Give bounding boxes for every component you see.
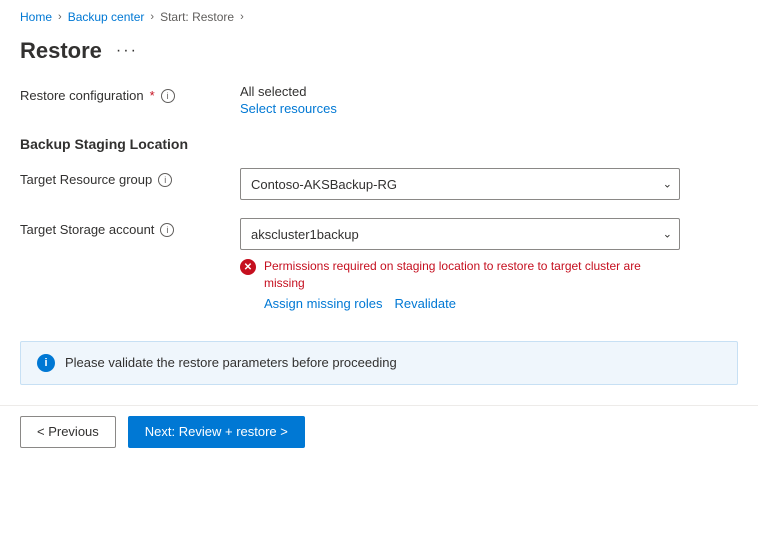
info-banner: i Please validate the restore parameters… — [20, 341, 738, 385]
target-storage-label: Target Storage account i — [20, 218, 240, 237]
footer: < Previous Next: Review + restore > — [0, 405, 758, 458]
target-rg-row: Target Resource group i Contoso-AKSBacku… — [20, 168, 738, 200]
target-storage-dropdown[interactable]: akscluster1backup — [240, 218, 680, 250]
error-text: Permissions required on staging location… — [264, 258, 680, 292]
restore-config-row: Restore configuration * i All selected S… — [20, 84, 738, 116]
page-header: Restore ··· — [0, 32, 758, 84]
target-storage-dropdown-wrap: akscluster1backup ⌄ — [240, 218, 680, 250]
restore-config-label: Restore configuration * i — [20, 84, 240, 103]
required-star: * — [150, 88, 155, 103]
breadcrumb-home[interactable]: Home — [20, 10, 52, 24]
error-icon: ✕ — [240, 259, 256, 275]
breadcrumb-backup-center[interactable]: Backup center — [68, 10, 145, 24]
info-banner-text: Please validate the restore parameters b… — [65, 355, 397, 370]
target-storage-value: akscluster1backup ⌄ ✕ Permissions requir… — [240, 218, 738, 311]
target-rg-dropdown-wrap: Contoso-AKSBackup-RG ⌄ — [240, 168, 680, 200]
assign-missing-roles-link[interactable]: Assign missing roles — [264, 296, 383, 311]
target-rg-dropdown[interactable]: Contoso-AKSBackup-RG — [240, 168, 680, 200]
restore-config-info-icon[interactable]: i — [161, 89, 175, 103]
info-banner-icon: i — [37, 354, 55, 372]
select-resources-link[interactable]: Select resources — [240, 101, 337, 116]
restore-config-label-text: Restore configuration — [20, 88, 144, 103]
page-wrapper: Home › Backup center › Start: Restore › … — [0, 0, 758, 458]
all-selected-text: All selected — [240, 84, 738, 99]
breadcrumb-sep-2: › — [150, 11, 154, 23]
error-content: Permissions required on staging location… — [264, 258, 680, 311]
target-rg-info-icon[interactable]: i — [158, 173, 172, 187]
error-actions: Assign missing roles Revalidate — [264, 296, 680, 311]
breadcrumb-current: Start: Restore — [160, 10, 234, 24]
error-block: ✕ Permissions required on staging locati… — [240, 258, 680, 311]
revalidate-link[interactable]: Revalidate — [395, 296, 456, 311]
breadcrumb: Home › Backup center › Start: Restore › — [0, 0, 758, 32]
staging-section-heading: Backup Staging Location — [20, 136, 738, 152]
page-title: Restore — [20, 38, 102, 64]
next-button[interactable]: Next: Review + restore > — [128, 416, 305, 448]
target-rg-label: Target Resource group i — [20, 168, 240, 187]
target-storage-info-icon[interactable]: i — [160, 223, 174, 237]
breadcrumb-sep-1: › — [58, 11, 62, 23]
content-area: Restore configuration * i All selected S… — [0, 84, 758, 385]
more-icon[interactable]: ··· — [112, 40, 142, 62]
previous-button[interactable]: < Previous — [20, 416, 116, 448]
target-rg-value: Contoso-AKSBackup-RG ⌄ — [240, 168, 738, 200]
restore-config-value: All selected Select resources — [240, 84, 738, 116]
staging-section: Backup Staging Location Target Resource … — [20, 136, 738, 311]
breadcrumb-sep-3: › — [240, 11, 244, 23]
target-rg-label-text: Target Resource group — [20, 172, 152, 187]
target-storage-label-text: Target Storage account — [20, 222, 154, 237]
target-storage-row: Target Storage account i akscluster1back… — [20, 218, 738, 311]
